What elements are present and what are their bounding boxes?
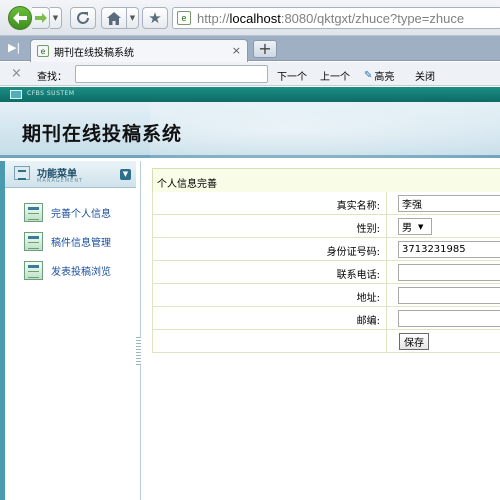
form-row-name: 真实名称: (152, 192, 500, 215)
tab-title: 期刊在线投稿系统 (54, 47, 134, 59)
sidebar-item-label: 完善个人信息 (51, 208, 111, 220)
document-icon (24, 231, 43, 251)
sidebar-item-profile[interactable]: 完善个人信息 (24, 202, 111, 222)
new-tab-button[interactable]: + (253, 40, 277, 58)
highlight-pen-icon: ✎ (364, 70, 373, 81)
find-next-button[interactable]: 下一个 (277, 68, 307, 83)
app-banner: 期刊在线投稿系统 (0, 102, 500, 158)
back-button[interactable] (8, 6, 32, 30)
menu-subtitle: MANAGEMENT (37, 178, 84, 184)
phone-field[interactable] (398, 264, 500, 281)
field-label: 身份证号码: (153, 238, 387, 260)
tab-active[interactable]: e 期刊在线投稿系统 × (30, 39, 248, 62)
find-label: 查找： (37, 72, 67, 83)
tab-list-icon: ▶| (8, 41, 21, 54)
field-label: 联系电话: (153, 261, 387, 283)
chevron-down-icon: ▼ (52, 14, 59, 22)
collapse-icon[interactable]: ▼ (120, 169, 131, 180)
sidebar-item-manuscripts[interactable]: 稿件信息管理 (24, 231, 111, 251)
url-rest: :8080/qktgxt/zhuce?type=zhuce (280, 10, 465, 26)
form-row-submit: 保存 (152, 330, 500, 353)
url-bar[interactable]: e http://localhost:8080/qktgxt/zhuce?typ… (172, 7, 500, 29)
page-icon: e (177, 11, 191, 25)
banner-glow (150, 102, 500, 158)
sidebar-item-label: 稿件信息管理 (51, 237, 111, 249)
highlight-label: 高亮 (374, 72, 395, 83)
system-label: CFBS SUSTEM (27, 90, 75, 97)
home-dropdown[interactable]: ▼ (127, 7, 139, 29)
sidebar-item-label: 发表投稿浏览 (51, 266, 111, 278)
monitor-icon (10, 90, 22, 99)
empty-label-cell (153, 330, 387, 352)
real-name-field[interactable] (398, 195, 500, 212)
reload-icon (77, 12, 89, 24)
tab-list-button[interactable]: ▶| (8, 41, 24, 55)
save-button[interactable]: 保存 (399, 333, 429, 350)
url-prefix: http:// (197, 10, 230, 26)
find-input[interactable] (75, 65, 268, 83)
postcode-field[interactable] (398, 310, 500, 327)
page-title: 期刊在线投稿系统 (22, 123, 183, 145)
document-icon (24, 202, 43, 222)
form-header: 个人信息完善 (152, 168, 500, 192)
main-content: 个人信息完善 真实名称: 性别: 男 ▼ 身份证号码: 联系电话: 地址: 邮编… (141, 161, 500, 500)
form-row-phone: 联系电话: (152, 261, 500, 284)
gender-value: 男 (402, 223, 412, 234)
browser-nav-bar: ▼ ▼ ★ e http://localhost:8080/qktgxt/zhu… (0, 0, 500, 36)
app-top-bar: CFBS SUSTEM (0, 87, 500, 102)
chevron-down-icon: ▼ (129, 14, 136, 22)
history-dropdown[interactable]: ▼ (50, 7, 62, 29)
field-label: 邮编: (153, 307, 387, 329)
home-icon (107, 11, 121, 25)
back-arrow-icon (13, 12, 27, 24)
document-icon (24, 260, 43, 280)
home-button[interactable] (101, 7, 127, 29)
sidebar: 功能菜单 MANAGEMENT ▼ 完善个人信息 稿件信息管理 发表投稿浏览 (0, 161, 141, 500)
field-label: 地址: (153, 284, 387, 306)
address-field[interactable] (398, 287, 500, 304)
sidebar-header: 功能菜单 MANAGEMENT ▼ (5, 161, 136, 188)
form-row-address: 地址: (152, 284, 500, 307)
gender-select[interactable]: 男 ▼ (398, 218, 432, 235)
id-number-field[interactable] (398, 241, 500, 258)
chevron-down-icon: ▼ (418, 222, 424, 231)
bookmark-button[interactable]: ★ (142, 7, 168, 29)
find-close-icon[interactable]: × (11, 66, 22, 81)
sidebar-strip (0, 161, 5, 500)
sidebar-item-published[interactable]: 发表投稿浏览 (24, 260, 111, 280)
field-label: 真实名称: (153, 192, 387, 214)
forward-button[interactable] (32, 7, 50, 29)
form-row-gender: 性别: 男 ▼ (152, 215, 500, 238)
page-icon: e (37, 45, 49, 57)
bookmark-star-icon: ★ (148, 9, 162, 27)
reload-button[interactable] (70, 7, 96, 29)
menu-icon (14, 166, 30, 180)
url-host: localhost (229, 10, 281, 26)
find-bar: × 查找： 下一个 上一个 ✎ 高亮 关闭 (0, 62, 500, 86)
find-prev-button[interactable]: 上一个 (320, 68, 350, 83)
tab-close-icon[interactable]: × (232, 44, 241, 57)
find-close-button[interactable]: 关闭 (415, 68, 435, 83)
form-row-id: 身份证号码: (152, 238, 500, 261)
form-row-postcode: 邮编: (152, 307, 500, 330)
find-highlight-button[interactable]: ✎ 高亮 (364, 68, 394, 83)
field-label: 性别: (153, 215, 387, 237)
forward-arrow-icon (34, 13, 47, 23)
tab-bar: ▶| e 期刊在线投稿系统 × + (0, 36, 500, 62)
